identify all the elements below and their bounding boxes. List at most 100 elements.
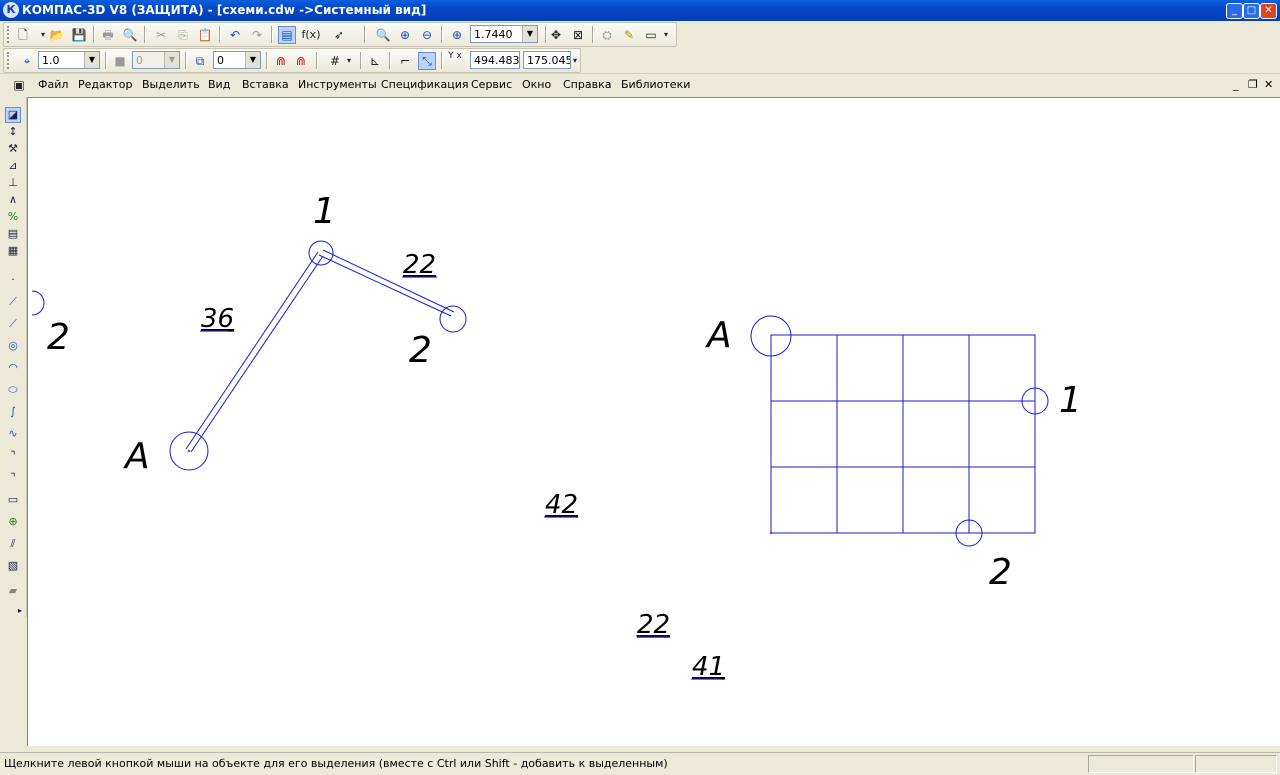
properties-icon[interactable]: ⛭: [598, 26, 616, 44]
symbols-icon[interactable]: ⚒: [5, 141, 21, 157]
arc-icon[interactable]: ◠: [5, 360, 21, 376]
snap-local-icon[interactable]: ⋒: [292, 52, 310, 70]
bezier-icon[interactable]: ∿: [5, 426, 21, 442]
label-grid-a[interactable]: A: [705, 315, 732, 356]
rectangle-icon[interactable]: ▭: [5, 492, 21, 508]
menu-specification[interactable]: Спецификация: [381, 78, 468, 91]
grid-icon[interactable]: #: [326, 52, 344, 70]
copy-icon[interactable]: ⎘: [174, 26, 192, 44]
chevron-down-icon[interactable]: ▼: [84, 52, 99, 68]
zoom-icon[interactable]: 🔍: [374, 26, 392, 44]
menu-libraries[interactable]: Библиотеки: [621, 78, 690, 91]
step-icon[interactable]: ⌖: [18, 52, 36, 70]
partial-circle[interactable]: [31, 290, 45, 316]
toolbar-grip[interactable]: [7, 26, 11, 43]
function-icon[interactable]: f(x): [300, 26, 322, 44]
toolbar-grip[interactable]: [7, 52, 11, 69]
pan-icon[interactable]: ✥: [547, 26, 565, 44]
mdi-restore-button[interactable]: ❐: [1248, 78, 1258, 91]
more-icon[interactable]: ▰: [5, 583, 21, 599]
drawing-svg[interactable]: 1 2 A 2 A 1 2 36 22 42 22 41: [28, 98, 1280, 746]
hatch-icon[interactable]: ⊕: [5, 514, 21, 530]
dimensions-icon[interactable]: ↕: [5, 124, 21, 140]
label-edge-36[interactable]: 36: [201, 304, 234, 334]
chevron-down-icon[interactable]: ▼: [245, 52, 260, 68]
edit-icon[interactable]: ✎: [620, 26, 638, 44]
label-edge-22[interactable]: 22: [403, 250, 436, 280]
close-button[interactable]: ✕: [1260, 3, 1277, 19]
help-icon[interactable]: ➶: [330, 26, 348, 44]
layer-icon[interactable]: ⧉: [191, 52, 209, 70]
segment-icon[interactable]: ⟋: [5, 316, 21, 332]
edit-icon[interactable]: ⊿: [5, 158, 21, 174]
menu-tools[interactable]: Инструменты: [298, 78, 377, 91]
step-combo[interactable]: 1.0 ▼: [38, 51, 100, 69]
view-icon[interactable]: ▭: [642, 26, 660, 44]
label-grid-1[interactable]: 1: [1059, 380, 1082, 421]
menu-service[interactable]: Сервис: [471, 78, 512, 91]
chevron-down-icon[interactable]: ▼: [522, 26, 537, 42]
save-icon[interactable]: 💾: [70, 26, 88, 44]
ortho-icon[interactable]: ⌐: [396, 52, 414, 70]
zoom-scale-icon[interactable]: ⊕: [448, 26, 466, 44]
preview-icon[interactable]: 🔍: [121, 26, 139, 44]
menu-insert[interactable]: Вставка: [242, 78, 289, 91]
cut-icon[interactable]: ✂: [152, 26, 170, 44]
equidistant-icon[interactable]: ⫽: [5, 536, 21, 552]
label-partial-2[interactable]: 2: [47, 317, 70, 358]
chamfer-icon[interactable]: ⌝: [5, 448, 21, 464]
open-icon[interactable]: 📂: [48, 26, 66, 44]
label-value-42[interactable]: 42: [545, 490, 578, 520]
expand-icon[interactable]: ▸: [16, 603, 24, 619]
mdi-close-button[interactable]: ✕: [1264, 78, 1273, 91]
label-grid-2[interactable]: 2: [989, 552, 1012, 593]
mdi-minimize-button[interactable]: _: [1233, 78, 1239, 91]
zoom-out-icon[interactable]: ⊖: [418, 26, 436, 44]
point-icon[interactable]: ·: [5, 272, 21, 288]
geometry-icon[interactable]: ◪: [5, 107, 21, 123]
coord-x-field[interactable]: 494.483: [470, 51, 520, 69]
paste-icon[interactable]: 📋: [196, 26, 214, 44]
menu-view[interactable]: Вид: [208, 78, 230, 91]
menu-select[interactable]: Выделить: [142, 78, 200, 91]
report-icon[interactable]: ▦: [5, 243, 21, 259]
spec-icon[interactable]: ▤: [5, 226, 21, 242]
app-icon[interactable]: К: [3, 2, 19, 18]
style-combo[interactable]: 0 ▼: [132, 51, 180, 69]
toolbar-overflow-icon[interactable]: ▾: [660, 26, 672, 44]
grid-dropdown-icon[interactable]: ▾: [344, 52, 354, 70]
menu-window[interactable]: Окно: [522, 78, 551, 91]
chevron-down-icon[interactable]: ▼: [164, 52, 179, 68]
label-value-41[interactable]: 41: [692, 652, 725, 682]
new-icon[interactable]: 🗋: [14, 26, 32, 44]
undo-icon[interactable]: ↶: [226, 26, 244, 44]
maximize-button[interactable]: □: [1243, 3, 1260, 19]
redo-icon[interactable]: ↷: [248, 26, 266, 44]
select-icon[interactable]: %: [5, 209, 21, 225]
layer-combo[interactable]: 0 ▼: [213, 51, 261, 69]
label-node-2[interactable]: 2: [409, 330, 432, 371]
label-node-a[interactable]: A: [123, 436, 150, 477]
parametrization-icon[interactable]: ⊥: [5, 175, 21, 191]
fillet-icon[interactable]: ⌝: [5, 470, 21, 486]
document-icon[interactable]: ▣: [10, 76, 28, 94]
measure-icon[interactable]: ∧: [5, 192, 21, 208]
spline-icon[interactable]: ∫: [5, 404, 21, 420]
node-2-circle[interactable]: [439, 305, 467, 333]
snap-magnet-icon[interactable]: ⋒: [272, 52, 290, 70]
line-icon[interactable]: ⟋: [5, 294, 21, 310]
menu-file[interactable]: Файл: [38, 78, 68, 91]
toolbar-overflow-icon[interactable]: ▾: [571, 52, 579, 70]
zoom-in-icon[interactable]: ⊕: [396, 26, 414, 44]
minimize-button[interactable]: _: [1226, 3, 1243, 19]
print-icon[interactable]: 🖶: [99, 26, 117, 44]
menu-help[interactable]: Справка: [563, 78, 611, 91]
snap-toggle-icon[interactable]: ⤡: [418, 52, 436, 70]
edge-a-1-line-inner[interactable]: [190, 255, 324, 453]
ellipse-icon[interactable]: ⬭: [5, 382, 21, 398]
style-icon[interactable]: ■: [111, 52, 129, 70]
circle-icon[interactable]: ◎: [5, 338, 21, 354]
fill-icon[interactable]: ▧: [5, 558, 21, 574]
zoom-fit-icon[interactable]: ⊠: [569, 26, 587, 44]
drawing-canvas[interactable]: 1 2 A 2 A 1 2 36 22 42 22 41: [27, 97, 1280, 746]
